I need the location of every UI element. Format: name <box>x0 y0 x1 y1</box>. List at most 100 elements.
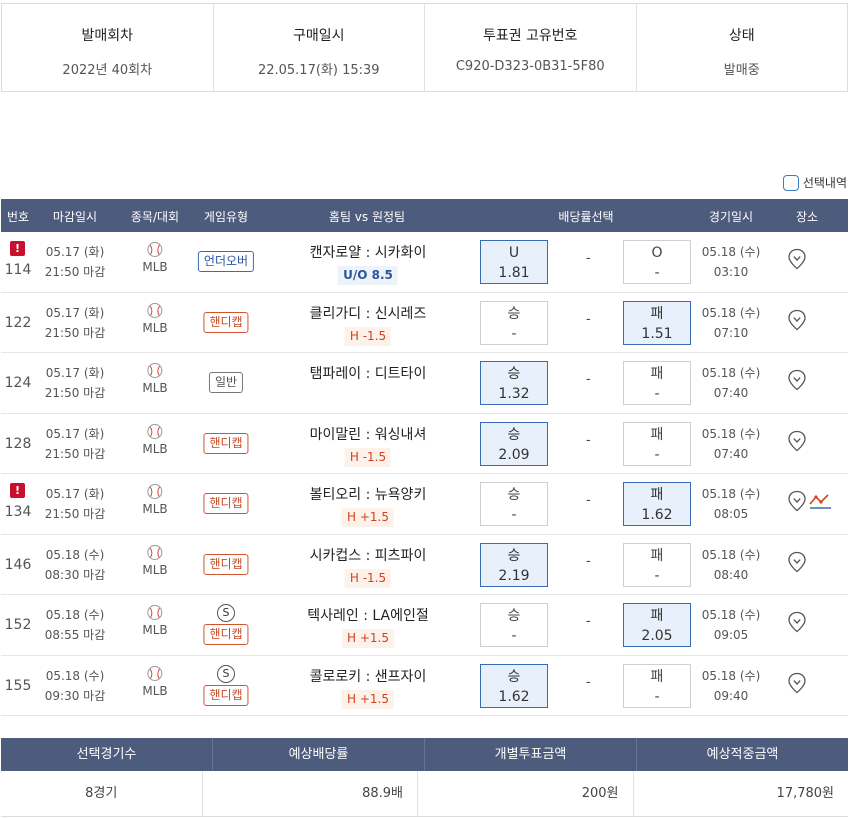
odd-right-button[interactable]: 패 - <box>623 361 691 405</box>
baseball-icon <box>147 423 163 439</box>
odd-right-value: 2.05 <box>641 628 673 644</box>
sport-league: MLB <box>142 423 168 456</box>
location-pin-icon[interactable] <box>787 309 807 331</box>
game-time: 08:05 <box>713 507 749 521</box>
odd-right-label: O <box>651 245 663 261</box>
league-name: MLB <box>142 441 168 456</box>
table-row: 124 05.17 (화) 21:50 마감 MLB 일반 탬파레이 : 디트타… <box>1 353 848 414</box>
checkbox-icon[interactable] <box>782 174 799 191</box>
table-row: ! 114 05.17 (화) 21:50 마감 MLB 언더오버 캔자로얄 :… <box>1 232 848 293</box>
game-time: 09:40 <box>713 688 749 703</box>
odd-left-button[interactable]: 승 - <box>480 300 548 345</box>
handicap-value: H +1.5 <box>342 689 394 709</box>
summary-header-stake: 개별투표금액 <box>425 738 637 771</box>
odd-right-value: - <box>654 265 660 281</box>
odd-left-button[interactable]: U 1.81 <box>480 240 548 284</box>
ticket-info: 발매회차 2022년 40회차 구매일시 22.05.17(화) 15:39 투… <box>1 3 848 92</box>
summary-payout: 17,780원 <box>776 786 834 801</box>
table-row: 122 05.17 (화) 21:50 마감 MLB 핸디캡 클리가디 : 신시… <box>1 293 848 353</box>
summary-stake: 200원 <box>418 771 634 816</box>
odd-left-button[interactable]: 승 - <box>480 603 548 647</box>
odd-draw: - <box>586 311 591 327</box>
odd-right-value: - <box>654 688 660 705</box>
sport-league: MLB <box>142 242 168 274</box>
odd-right-button[interactable]: 패 - <box>623 542 691 587</box>
odd-left-value: 1.32 <box>498 386 530 402</box>
match-teams: 탬파레이 : 디트타이 <box>310 363 427 383</box>
game-type-badge: 언더오버 <box>197 251 255 272</box>
team-names: 시카컵스 : 피츠파이 <box>309 547 427 564</box>
game-type-badge: 핸디캡 <box>203 553 249 575</box>
header-teams: 홈팀 vs 원정팀 <box>328 210 406 224</box>
deadline-date: 05.17 (화) <box>45 305 105 320</box>
summary-header: 선택경기수 예상배당률 개별투표금액 예상적중금액 <box>1 738 848 771</box>
game-table-header: 번호 마감일시 종목/대회 게임유형 홈팀 vs 원정팀 배당률선택 경기일시 … <box>1 199 848 232</box>
game-type: 핸디캡 <box>191 474 261 534</box>
summary-odds: 88.9배 <box>203 771 418 816</box>
odd-right-button[interactable]: 패 - <box>623 663 691 708</box>
deadline-time: 21:50 마감 <box>44 265 106 279</box>
odd-left-button[interactable]: 승 1.32 <box>480 361 548 405</box>
odd-left-button[interactable]: 승 2.09 <box>480 421 548 466</box>
odd-right-button[interactable]: 패 1.62 <box>623 482 691 526</box>
location-pin-icon[interactable] <box>787 490 807 512</box>
game-datetime: 05.18 (수) 09:05 <box>702 605 761 645</box>
odd-draw: - <box>586 674 591 690</box>
info-label: 상태 <box>728 28 755 44</box>
location-pin-icon[interactable] <box>787 369 807 391</box>
location-pin-icon[interactable] <box>787 672 807 694</box>
game-date: 05.18 (수) <box>701 668 761 683</box>
game-datetime: 05.18 (수) 08:40 <box>702 545 761 585</box>
location-pin-icon[interactable] <box>787 248 807 270</box>
deadline: 05.17 (화) 21:50 마감 <box>45 303 105 343</box>
info-label: 구매일시 <box>292 28 345 44</box>
odd-right-value: - <box>654 386 660 402</box>
sport-league: MLB <box>142 302 168 335</box>
location-pin-icon[interactable] <box>787 551 807 573</box>
odd-right-button[interactable]: O - <box>623 240 691 284</box>
location-pin-icon[interactable] <box>787 611 807 633</box>
odd-left-button[interactable]: 승 - <box>480 482 548 526</box>
odd-left-value: 2.19 <box>498 567 530 584</box>
baseball-icon <box>147 242 163 257</box>
game-type-badge: 핸디캡 <box>203 432 249 454</box>
deadline-date: 05.18 (수) <box>45 547 105 562</box>
odd-draw: - <box>586 251 591 266</box>
odd-left-value: 1.81 <box>498 265 530 281</box>
info-round: 발매회차 2022년 40회차 <box>2 4 214 91</box>
deadline: 05.18 (수) 08:55 마감 <box>45 605 105 645</box>
odd-draw: - <box>586 432 591 448</box>
team-names: 탬파레이 : 디트타이 <box>309 366 427 382</box>
game-type: S 핸디캡 <box>191 656 261 716</box>
odd-left-label: 승 <box>507 668 521 685</box>
league-name: MLB <box>142 260 168 274</box>
game-number: 152 <box>4 617 32 633</box>
location-pin-icon[interactable] <box>787 430 807 452</box>
team-names: 볼티오리 : 뉴욕양키 <box>309 487 427 503</box>
deadline-time: 21:50 마감 <box>44 386 106 400</box>
sport-league: MLB <box>142 665 168 698</box>
baseball-icon <box>147 605 163 620</box>
game-number: 114 <box>4 262 32 278</box>
trend-chart-icon[interactable] <box>808 492 832 510</box>
selection-toggle[interactable]: 선택내역 <box>782 174 847 191</box>
odd-right-button[interactable]: 패 1.51 <box>623 300 691 345</box>
odd-right-button[interactable]: 패 2.05 <box>623 603 691 647</box>
special-badge: S <box>217 604 235 622</box>
league-name: MLB <box>142 562 168 577</box>
deadline: 05.17 (화) 21:50 마감 <box>45 242 105 282</box>
info-purchase-time: 구매일시 22.05.17(화) 15:39 <box>214 4 425 91</box>
league-name: MLB <box>142 683 168 698</box>
game-type-badge: 핸디캡 <box>203 493 249 514</box>
table-row: 146 05.18 (수) 08:30 마감 MLB 핸디캡 시카컵스 : 피츠… <box>1 535 848 595</box>
odd-right-label: 패 <box>650 608 664 624</box>
odd-left-label: 승 <box>507 487 521 503</box>
info-value: 발매중 <box>723 63 760 78</box>
league-name: MLB <box>142 320 168 335</box>
odd-left-label: 승 <box>507 305 521 322</box>
odd-left-button[interactable]: 승 1.62 <box>480 663 548 708</box>
odd-right-button[interactable]: 패 - <box>623 421 691 466</box>
odd-left-button[interactable]: 승 2.19 <box>480 542 548 587</box>
deadline-time: 21:50 마감 <box>44 507 106 521</box>
game-date: 05.18 (수) <box>701 305 761 320</box>
